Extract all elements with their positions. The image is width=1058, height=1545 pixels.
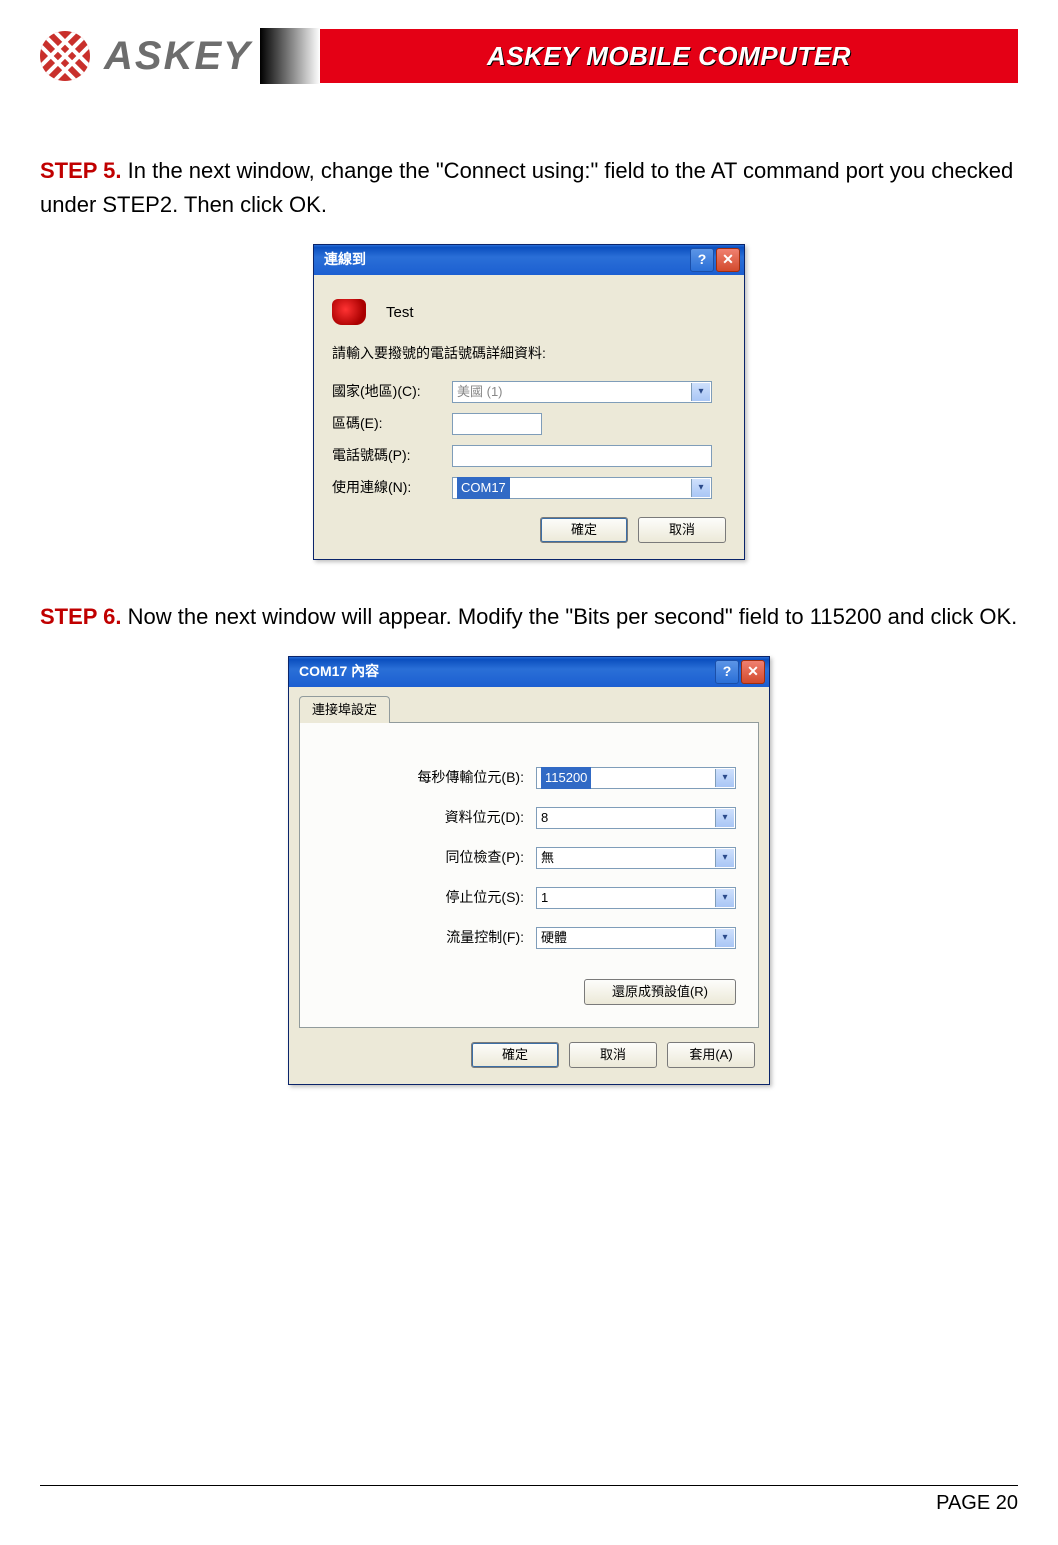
dialog2-titlebar[interactable]: COM17 內容 ? ✕ <box>289 657 769 687</box>
data-bits-label: 資料位元(D): <box>364 807 524 829</box>
country-label: 國家(地區)(C): <box>332 381 442 403</box>
step5-paragraph: STEP 5. In the next window, change the "… <box>40 154 1018 222</box>
stop-bits-select[interactable]: 1 ▾ <box>536 887 736 909</box>
cancel-button[interactable]: 取消 <box>638 517 726 543</box>
dialog1-title: 連線到 <box>324 249 688 271</box>
banner-text: ASKEY MOBILE COMPUTER <box>487 41 851 72</box>
brand-logo: ASKEY <box>40 31 252 81</box>
chevron-down-icon[interactable]: ▾ <box>715 849 734 867</box>
port-settings-panel: 每秒傳輸位元(B): 115200 ▾ 資料位元(D): 8 ▾ <box>299 722 759 1028</box>
header-banner: ASKEY MOBILE COMPUTER <box>320 29 1018 83</box>
step6-paragraph: STEP 6. Now the next window will appear.… <box>40 600 1018 634</box>
country-select: 美國 (1) ▾ <box>452 381 712 403</box>
page-footer: PAGE 20 <box>40 1485 1018 1515</box>
phone-input[interactable] <box>452 445 712 467</box>
phone-icon <box>332 299 366 325</box>
connection-name: Test <box>386 301 414 324</box>
phone-label: 電話號碼(P): <box>332 445 442 467</box>
stop-bits-label: 停止位元(S): <box>364 887 524 909</box>
help-icon[interactable]: ? <box>690 248 714 272</box>
step5-text: In the next window, change the "Connect … <box>40 158 1013 217</box>
data-bits-select[interactable]: 8 ▾ <box>536 807 736 829</box>
bps-select[interactable]: 115200 ▾ <box>536 767 736 789</box>
area-input[interactable] <box>452 413 542 435</box>
chevron-down-icon[interactable]: ▾ <box>715 769 734 787</box>
flow-control-select[interactable]: 硬體 ▾ <box>536 927 736 949</box>
page-number: PAGE 20 <box>936 1492 1018 1514</box>
chevron-down-icon[interactable]: ▾ <box>715 929 734 947</box>
ok-button[interactable]: 確定 <box>540 517 628 543</box>
flow-control-label: 流量控制(F): <box>364 927 524 949</box>
chevron-down-icon[interactable]: ▾ <box>715 809 734 827</box>
close-icon[interactable]: ✕ <box>741 660 765 684</box>
apply-button[interactable]: 套用(A) <box>667 1042 755 1068</box>
area-label: 區碼(E): <box>332 413 442 435</box>
close-icon[interactable]: ✕ <box>716 248 740 272</box>
dialog1-instruction: 請輸入要撥號的電話號碼詳細資料: <box>332 343 726 365</box>
com17-properties-dialog: COM17 內容 ? ✕ 連接埠設定 每秒傳輸位元(B): 115200 ▾ <box>288 656 770 1085</box>
tab-port-settings[interactable]: 連接埠設定 <box>299 696 390 723</box>
step6-label: STEP 6. <box>40 604 122 629</box>
chevron-down-icon[interactable]: ▾ <box>691 479 710 497</box>
connect-to-dialog: 連線到 ? ✕ Test 請輸入要撥號的電話號碼詳細資料: 國家(地區)(C):… <box>313 244 745 560</box>
connect-using-label: 使用連線(N): <box>332 477 442 499</box>
cancel-button[interactable]: 取消 <box>569 1042 657 1068</box>
chevron-down-icon[interactable]: ▾ <box>715 889 734 907</box>
page-header: ASKEY ASKEY MOBILE COMPUTER <box>40 28 1018 84</box>
parity-select[interactable]: 無 ▾ <box>536 847 736 869</box>
restore-defaults-button[interactable]: 還原成預設值(R) <box>584 979 736 1005</box>
step6-text: Now the next window will appear. Modify … <box>128 604 1018 629</box>
bps-label: 每秒傳輸位元(B): <box>364 767 524 789</box>
brand-name: ASKEY <box>104 34 252 79</box>
dialog2-title: COM17 內容 <box>299 661 713 683</box>
header-gradient <box>260 28 320 84</box>
ok-button[interactable]: 確定 <box>471 1042 559 1068</box>
chevron-down-icon: ▾ <box>691 383 710 401</box>
parity-label: 同位檢查(P): <box>364 847 524 869</box>
step5-label: STEP 5. <box>40 158 122 183</box>
dialog1-titlebar[interactable]: 連線到 ? ✕ <box>314 245 744 275</box>
connect-using-select[interactable]: COM17 ▾ <box>452 477 712 499</box>
askey-logo-icon <box>40 31 90 81</box>
help-icon[interactable]: ? <box>715 660 739 684</box>
